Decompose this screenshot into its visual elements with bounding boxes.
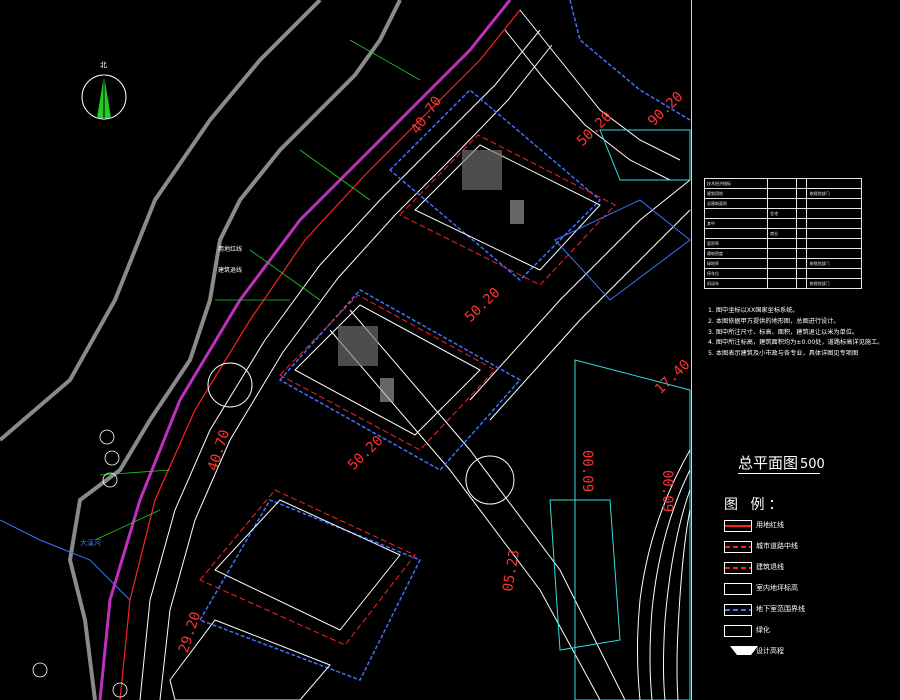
tech-table-cell [795, 238, 808, 249]
tech-table-row: 容积率 [703, 238, 862, 249]
tech-table-cell [767, 188, 797, 199]
legend-swatch [724, 604, 752, 616]
tech-table-cell [795, 248, 808, 259]
tech-table-cell [767, 218, 797, 229]
tech-table-cell: 停车位 [703, 268, 769, 279]
tech-table-cell: 其中 [703, 218, 769, 229]
tech-table-cell: 容积率 [703, 238, 769, 249]
tech-table-cell [806, 218, 862, 229]
tech-table-cell [795, 218, 808, 229]
tech-table-row: 其中 [703, 218, 862, 229]
tech-table-cell [806, 268, 862, 279]
drawing-scale: 500 [800, 457, 825, 472]
tech-table-row: 停车位 [703, 268, 862, 279]
tech-table-cell [806, 198, 862, 209]
note-line: 3. 图中所注尺寸、标高、面积，建筑退让以米为单位。 [708, 328, 859, 336]
legend-label: 用地红线 [756, 521, 784, 529]
tech-table-cell [806, 238, 862, 249]
tech-table-row: 绿地率 按规划部门 [703, 258, 862, 269]
tech-table-cell [795, 278, 808, 289]
dimension-label: 00.09 [659, 470, 675, 513]
tech-table-cell [806, 208, 862, 219]
note-line: 5. 本图表示建筑及小市政与各专业，具体详图见专项图 [708, 350, 859, 358]
tech-table-cell: 技术经济指标 [703, 178, 769, 189]
tech-table-row: 技术经济指标 [703, 178, 862, 189]
title-underline [738, 473, 820, 474]
note-line: 2. 本图依据甲方提供的地形图，总图进行设计。 [708, 317, 840, 325]
tech-table-cell: 机动车 [703, 278, 769, 289]
entry-plaza-1 [510, 200, 524, 224]
tech-table-cell [767, 248, 797, 259]
tech-table-cell [767, 278, 797, 289]
legend-swatch [730, 646, 758, 655]
note-line: 4. 图中所注标高，建筑面积均为±0.00处，道路标高详见施工。 [708, 339, 884, 347]
tech-table-cell [795, 228, 808, 239]
drawing-title-text: 总平面图 [738, 454, 799, 472]
tech-table-row: 规划用地 按规划部门 [703, 188, 862, 199]
tech-table-cell [703, 228, 769, 239]
red-line-label: 用地红线 [218, 246, 243, 253]
tech-table-cell: 商业 [767, 228, 797, 239]
dimension-label: 00.09 [579, 450, 595, 493]
tech-table-cell [767, 198, 797, 209]
tech-table-row: 机动车 按规划部门 [703, 278, 862, 289]
tech-table-cell [795, 188, 808, 199]
design-notes: 1. 图中坐标以XX国家坐标系统。 2. 本图依据甲方提供的地形图，总图进行设计… [708, 306, 888, 360]
hatched-roof-1 [462, 150, 502, 190]
north-label: 北 [100, 61, 107, 69]
tech-table-cell [795, 198, 808, 209]
legend-swatch [724, 541, 752, 553]
tech-indicator-table: 技术经济指标 规划用地 按规划部门 总建筑面积 住宅 其中 商业 容积率 建筑密度 绿地率 按规划部… [703, 178, 862, 289]
tech-table-cell: 按规划部门 [806, 278, 862, 289]
tech-table-row: 总建筑面积 [703, 198, 862, 209]
note-line: 1. 图中坐标以XX国家坐标系统。 [708, 307, 799, 314]
legend-heading: 图 例： [724, 497, 787, 513]
tech-table-cell [806, 178, 862, 189]
tech-table-row: 住宅 [703, 208, 862, 219]
entry-plaza-2 [380, 378, 394, 402]
legend-swatch [724, 625, 752, 637]
tech-table-cell [806, 248, 862, 259]
tech-table-cell [767, 268, 797, 279]
legend-label: 绿化 [756, 626, 770, 634]
legend-swatch [724, 583, 752, 595]
legend-swatch [724, 520, 752, 532]
tech-table-cell: 总建筑面积 [703, 198, 769, 209]
tech-table-cell [703, 208, 769, 219]
tech-table-row: 建筑密度 [703, 248, 862, 259]
tech-table-cell [767, 258, 797, 269]
drawing-title: 总平面图 500 [738, 452, 825, 473]
setback-label: 建筑退线 [218, 267, 243, 274]
tech-table-cell: 按规划部门 [806, 258, 862, 269]
legend-label: 设计高程 [756, 647, 784, 655]
tech-table-cell [767, 178, 797, 189]
legend-label: 建筑退线 [756, 563, 784, 571]
tech-table-cell: 规划用地 [703, 188, 769, 199]
tech-table-cell: 绿地率 [703, 258, 769, 269]
legend-label: 地下室范围界线 [756, 605, 805, 613]
hatched-roof-2 [338, 326, 378, 366]
tech-table-cell [795, 208, 808, 219]
tech-table-cell [795, 268, 808, 279]
tech-table-cell [795, 178, 808, 189]
legend-swatch [724, 562, 752, 574]
tech-table-cell: 按规划部门 [806, 188, 862, 199]
river-label: 大溪河 [80, 539, 101, 547]
tech-table-row: 商业 [703, 228, 862, 239]
legend-label: 城市道路中线 [756, 542, 798, 550]
tech-table-cell [806, 228, 862, 239]
legend-label: 室内地坪标高 [756, 584, 798, 592]
tech-table-cell: 住宅 [767, 208, 797, 219]
tech-table-cell: 建筑密度 [703, 248, 769, 259]
tech-table-cell [795, 258, 808, 269]
tech-table-cell [767, 238, 797, 249]
